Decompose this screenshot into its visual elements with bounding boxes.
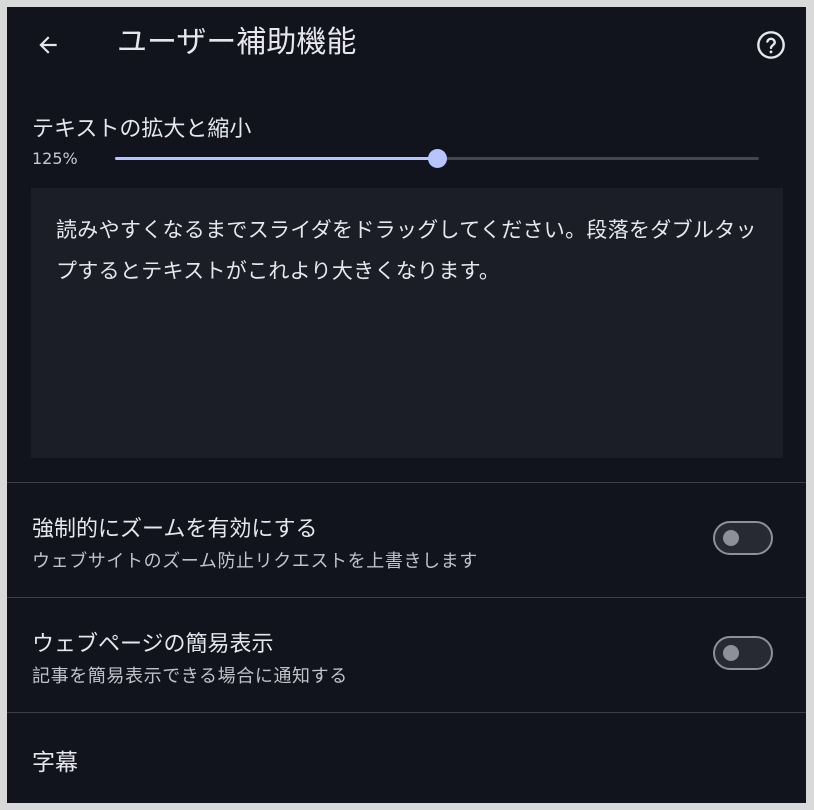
back-button[interactable] <box>28 25 68 65</box>
force-zoom-title: 強制的にズームを有効にする <box>32 517 318 542</box>
help-button[interactable] <box>751 25 791 65</box>
text-zoom-slider[interactable] <box>115 148 759 170</box>
captions-setting[interactable]: 字幕 <box>7 713 806 803</box>
page-title: ユーザー補助機能 <box>117 25 357 60</box>
force-zoom-setting[interactable]: 強制的にズームを有効にする ウェブサイトのズーム防止リクエストを上書きします <box>7 483 806 597</box>
preview-text: 読みやすくなるまでスライダをドラッグしてください。段落をダブルタップするとテキス… <box>56 218 757 283</box>
captions-label: 字幕 <box>32 750 78 776</box>
toggle-knob <box>723 645 739 661</box>
slider-thumb[interactable] <box>428 149 447 168</box>
help-circle-icon <box>757 31 785 59</box>
force-zoom-subtitle: ウェブサイトのズーム防止リクエストを上書きします <box>32 551 478 572</box>
simplified-view-setting[interactable]: ウェブページの簡易表示 記事を簡易表示できる場合に通知する <box>7 598 806 712</box>
app-bar: ユーザー補助機能 <box>7 7 806 83</box>
slider-active-track <box>115 157 437 160</box>
force-zoom-toggle[interactable] <box>713 521 773 555</box>
simplified-view-title: ウェブページの簡易表示 <box>32 632 274 657</box>
text-zoom-label: テキストの拡大と縮小 <box>32 117 252 142</box>
arrow-back-icon <box>39 36 57 54</box>
accessibility-settings-screen: ユーザー補助機能 テキストの拡大と縮小 125% 読みやすくなるまでスライダをド… <box>7 7 806 803</box>
text-zoom-preview: 読みやすくなるまでスライダをドラッグしてください。段落をダブルタップするとテキス… <box>31 188 783 458</box>
toggle-knob <box>723 530 739 546</box>
simplified-view-subtitle: 記事を簡易表示できる場合に通知する <box>32 666 348 687</box>
simplified-view-toggle[interactable] <box>713 636 773 670</box>
text-zoom-value: 125% <box>32 149 78 168</box>
